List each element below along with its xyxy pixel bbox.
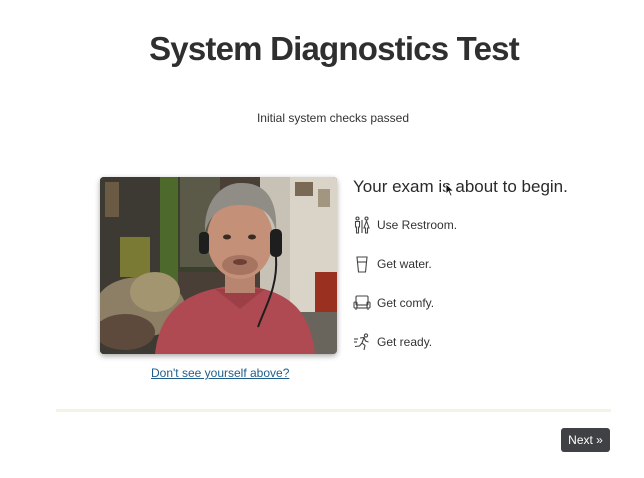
pre-exam-checklist: Use Restroom. Get water. Get comfy. Get … [352, 205, 457, 361]
checklist-label: Get ready. [377, 334, 433, 349]
checklist-label: Get comfy. [377, 295, 435, 310]
checklist-item-comfy: Get comfy. [352, 283, 457, 322]
water-glass-icon [352, 253, 371, 275]
checklist-item-water: Get water. [352, 244, 457, 283]
exam-heading: Your exam is about to begin. [353, 177, 568, 196]
webcam-preview [100, 177, 337, 354]
mouse-cursor-icon [445, 183, 455, 197]
checklist-item-ready: Get ready. [352, 322, 457, 361]
diagnostics-page: System Diagnostics Test Initial system c… [0, 0, 644, 478]
armchair-icon [352, 292, 371, 314]
camera-help-link[interactable]: Don't see yourself above? [151, 366, 289, 380]
webcam-feed-image [100, 177, 337, 354]
checklist-label: Get water. [377, 256, 432, 271]
restroom-icon [352, 214, 371, 236]
status-message: Initial system checks passed [256, 111, 410, 125]
checklist-label: Use Restroom. [377, 217, 458, 232]
checklist-item-restroom: Use Restroom. [352, 205, 457, 244]
runner-icon [352, 331, 371, 353]
page-title: System Diagnostics Test [149, 30, 520, 67]
progress-divider [56, 409, 611, 412]
next-button[interactable]: Next » [561, 428, 610, 452]
